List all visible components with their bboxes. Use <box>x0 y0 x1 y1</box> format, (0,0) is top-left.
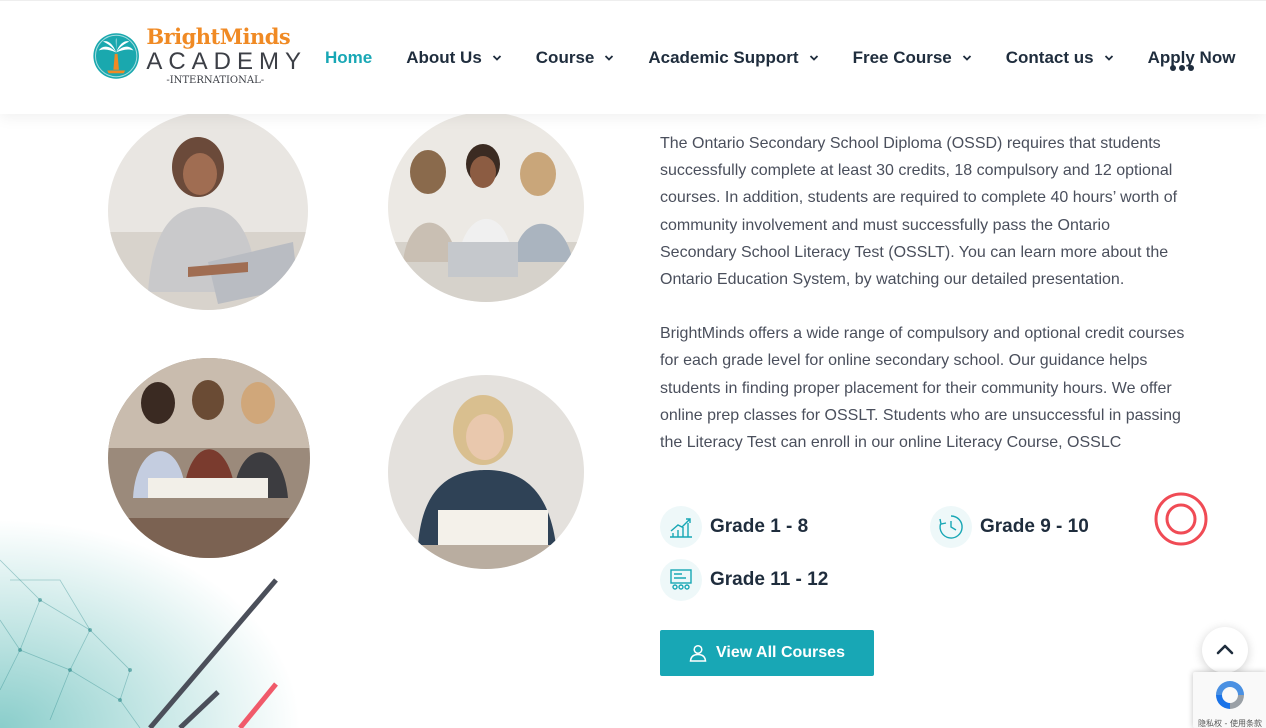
site-logo[interactable]: BrightMinds ACADEMY -INTERNATIONAL- <box>92 21 307 91</box>
chevron-down-icon <box>605 55 614 61</box>
courses-paragraph: BrightMinds offers a wide range of compu… <box>660 325 1185 452</box>
classroom-icon <box>660 559 702 601</box>
growth-chart-icon <box>660 506 702 548</box>
group-study-photo <box>388 112 584 302</box>
grade-11-12-item[interactable]: Grade 11 - 12 <box>660 559 828 601</box>
palm-tree-logo-icon <box>93 33 139 79</box>
recaptcha-badge[interactable]: 隐私权 - 使用条款 <box>1193 672 1266 728</box>
ossd-paragraph: The Ontario Secondary School Diploma (OS… <box>660 135 1178 289</box>
grade-label: Grade 11 - 12 <box>710 569 829 590</box>
chevron-down-icon <box>809 55 818 61</box>
nav-label: Course <box>535 48 595 67</box>
view-all-courses-label: View All Courses <box>716 644 845 661</box>
logo-tagline: -INTERNATIONAL- <box>166 75 265 86</box>
nav-item-free-course[interactable]: Free Course <box>853 48 972 68</box>
student-laptop-photo <box>108 112 308 310</box>
chevron-up-icon <box>1216 644 1234 655</box>
recaptcha-terms[interactable]: 隐私权 - 使用条款 <box>1195 718 1265 728</box>
nav-item-contact-us[interactable]: Contact us <box>1006 48 1114 68</box>
grade-label: Grade 1 - 8 <box>710 516 809 537</box>
recaptcha-icon <box>1216 681 1244 709</box>
logo-academy: ACADEMY <box>146 48 307 75</box>
floating-ring-icon[interactable] <box>1153 491 1209 547</box>
user-icon <box>689 644 707 662</box>
nav-label: About Us <box>406 48 482 67</box>
diagonal-lines-decoration <box>148 578 278 728</box>
nav-label: Free Course <box>852 48 952 67</box>
chevron-down-icon <box>1104 55 1113 61</box>
site-header: BrightMinds ACADEMY -INTERNATIONAL- Home… <box>0 0 1266 114</box>
clock-icon <box>930 506 972 548</box>
logo-brand-name: BrightMinds <box>146 24 291 49</box>
view-all-courses-button[interactable]: View All Courses <box>660 630 874 676</box>
students-reading-photo <box>108 358 310 558</box>
nav-label: Home <box>325 48 373 67</box>
nav-item-about-us[interactable]: About Us <box>406 48 502 68</box>
chevron-down-icon <box>492 55 501 61</box>
nav-label: Contact us <box>1005 48 1094 67</box>
student-writing-photo <box>388 375 584 569</box>
grade-1-8-item[interactable]: Grade 1 - 8 <box>660 506 808 548</box>
grade-9-10-item[interactable]: Grade 9 - 10 <box>930 506 1089 548</box>
scroll-to-top-button[interactable] <box>1202 627 1248 673</box>
chevron-down-icon <box>962 55 971 61</box>
grade-label: Grade 9 - 10 <box>980 516 1089 537</box>
main-navigation: Home About Us Course Academic Support Fr… <box>325 45 1266 71</box>
nav-item-home[interactable]: Home <box>325 48 372 68</box>
nav-label: Academic Support <box>648 48 799 67</box>
more-dots-icon[interactable] <box>1170 65 1194 71</box>
nav-item-academic-support[interactable]: Academic Support <box>648 48 818 68</box>
diploma-info-section: The Ontario Secondary School Diploma (OS… <box>660 130 1190 456</box>
nav-item-course[interactable]: Course <box>536 48 615 68</box>
